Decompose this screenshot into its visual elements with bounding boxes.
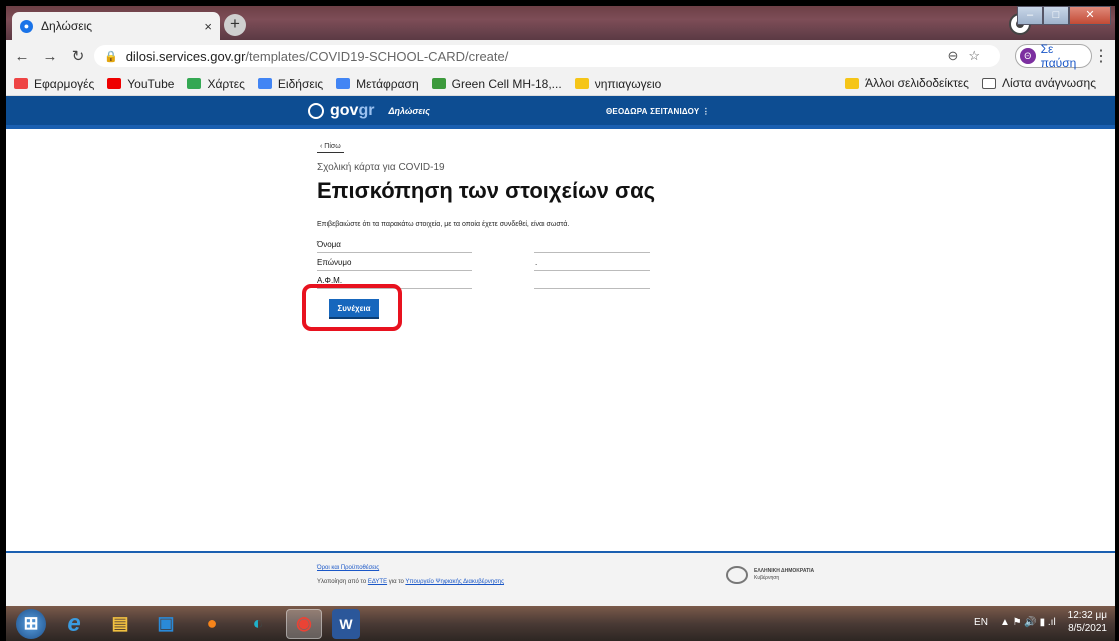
browser-tab[interactable]: ● Δηλώσεις × — [12, 12, 220, 40]
language-indicator[interactable]: EN — [974, 617, 988, 628]
zoom-star-icons[interactable]: ⊖☆ — [947, 48, 990, 64]
bookmark-translate[interactable]: Μετάφραση — [336, 77, 419, 91]
news-icon — [257, 78, 272, 89]
bookmark-youtube[interactable]: YouTube — [107, 77, 174, 91]
bookmarks-right: Άλλοι σελιδοδείκτες Λίστα ανάγνωσης — [845, 76, 1109, 90]
back-link[interactable]: ‹ Πίσω — [317, 143, 344, 153]
maps-pin-icon — [187, 78, 202, 89]
form-caption: Σχολική κάρτα για COVID-19 — [317, 162, 445, 173]
page-footer: Όροι και Προϋποθέσεις Υλοποίηση από το Ε… — [6, 551, 1115, 606]
lock-icon[interactable]: 🔒 — [104, 50, 118, 63]
url-domain: dilosi.services.gov.gr — [125, 48, 246, 64]
row-value: . — [535, 258, 538, 267]
minimize-button[interactable]: – — [1017, 6, 1043, 25]
green-cell-icon — [431, 78, 446, 89]
close-tab-icon[interactable]: × — [204, 19, 212, 34]
avatar: Θ — [1020, 48, 1036, 64]
reading-list[interactable]: Λίστα ανάγνωσης — [981, 76, 1096, 90]
gov-wordmark: govgr — [330, 102, 375, 119]
browser-window: ● Δηλώσεις × + – □ ✕ ← → ↻ 🔒 dilosi.serv… — [6, 6, 1115, 606]
user-menu-icon: ⋮ — [701, 107, 711, 116]
back-arrow-icon[interactable]: ← — [10, 48, 34, 65]
firefox-icon[interactable]: ● — [194, 609, 230, 639]
bookmarks-bar: Εφαρμογές YouTube Χάρτες Ειδήσεις Μετάφρ… — [6, 72, 1115, 96]
bookmark-maps[interactable]: Χάρτες — [187, 77, 245, 91]
forward-arrow-icon[interactable]: → — [38, 48, 62, 65]
edge-icon[interactable]: ◐ — [240, 609, 276, 639]
terms-link[interactable]: Όροι και Προϋποθέσεις — [317, 565, 379, 571]
redaction-box — [472, 234, 534, 289]
word-icon[interactable]: W — [332, 608, 360, 639]
gunet-link[interactable]: ΕΔΥΤΕ — [368, 579, 387, 585]
bookmark-folder-nipiagogeio[interactable]: νηπιαγωγειο — [574, 77, 661, 91]
bookmark-green-cell[interactable]: Green Cell MH-18,... — [431, 77, 562, 91]
folder-icon — [845, 77, 860, 89]
clock[interactable]: 12:32 μμ 8/5/2021 — [1068, 609, 1107, 635]
menu-icon[interactable]: ⋮ — [1093, 46, 1109, 66]
implementation-note: Υλοποίηση από το ΕΔΥΤΕ για το Υπουργείο … — [317, 579, 505, 585]
internet-explorer-icon[interactable]: e — [56, 609, 92, 639]
row-label: Επώνυμο — [317, 258, 352, 267]
media-player-icon[interactable]: ▣ — [148, 609, 184, 639]
profile-paused-label: Σε παύση — [1040, 42, 1077, 70]
url-path: /templates/COVID19-SCHOOL-CARD/create/ — [245, 48, 509, 64]
address-bar[interactable]: 🔒 dilosi.services.gov.gr /templates/COVI… — [94, 45, 1000, 67]
windows-taskbar: ⊞ e ▤ ▣ ● ◐ ◉ W EN ▲ ⚑ 🔊 ▮ .ıl 12:32 μμ … — [6, 606, 1115, 641]
youtube-icon — [107, 78, 122, 89]
annotation-highlight — [302, 284, 402, 331]
footer-links: Όροι και Προϋποθέσεις Υλοποίηση από το Ε… — [317, 565, 504, 585]
reload-icon[interactable]: ↻ — [66, 47, 90, 65]
ministry-link[interactable]: Υπουργείο Ψηφιακής Διακυβέρνησης — [405, 579, 504, 585]
reading-list-icon — [981, 77, 996, 89]
bookmark-apps[interactable]: Εφαρμογές — [14, 77, 94, 91]
globe-icon: ● — [20, 19, 33, 33]
folder-icon — [574, 78, 589, 89]
gov-seal-icon — [308, 103, 324, 119]
title-bar: ● Δηλώσεις × + – □ ✕ — [6, 6, 1115, 40]
system-tray: EN ▲ ⚑ 🔊 ▮ .ıl 12:32 μμ 8/5/2021 — [974, 609, 1107, 635]
user-name: ΘΕΟΔΩΡΑ ΣΕΙΤΑΝΙΔΟΥ — [606, 107, 700, 116]
apps-grid-icon — [14, 78, 28, 89]
translate-icon — [336, 78, 351, 89]
page-title: Επισκόπηση των στοιχείων σας — [317, 178, 656, 203]
tray-icons[interactable]: ▲ ⚑ 🔊 ▮ .ıl — [1000, 617, 1056, 628]
tab-title: Δηλώσεις — [41, 19, 93, 33]
other-bookmarks[interactable]: Άλλοι σελιδοδείκτες — [845, 76, 969, 90]
main-content: ‹ Πίσω Σχολική κάρτα για COVID-19 Επισκό… — [6, 133, 1115, 551]
maximize-button[interactable]: □ — [1043, 6, 1069, 25]
gov-header: govgr Δηλώσεις ΘΕΟΔΩΡΑ ΣΕΙΤΑΝΙΔΟΥ ⋮ — [6, 96, 1115, 129]
lead-text: Επιβεβαιώστε ότι τα παρακάτω στοιχεία, μ… — [317, 221, 570, 228]
app-name: Δηλώσεις — [388, 106, 430, 116]
start-button-icon[interactable]: ⊞ — [16, 608, 46, 639]
hellenic-seal-icon — [726, 566, 748, 584]
window-controls: – □ ✕ — [1017, 6, 1111, 25]
new-tab-button[interactable]: + — [224, 14, 246, 36]
profile-paused-button[interactable]: Θ Σε παύση — [1015, 42, 1092, 70]
file-explorer-icon[interactable]: ▤ — [102, 609, 138, 639]
user-menu[interactable]: ΘΕΟΔΩΡΑ ΣΕΙΤΑΝΙΔΟΥ ⋮ — [606, 107, 710, 116]
hellenic-republic-logo: ΕΛΛΗΝΙΚΗ ΔΗΜΟΚΡΑΤΙΑ Κυβέρνηση — [726, 566, 814, 584]
close-window-button[interactable]: ✕ — [1069, 6, 1111, 25]
chrome-icon[interactable]: ◉ — [286, 608, 322, 639]
row-label: Όνομα — [317, 240, 341, 249]
gov-logo[interactable]: govgr Δηλώσεις — [308, 102, 430, 120]
bookmark-news[interactable]: Ειδήσεις — [257, 77, 323, 91]
browser-toolbar: ← → ↻ 🔒 dilosi.services.gov.gr /template… — [6, 40, 1115, 72]
